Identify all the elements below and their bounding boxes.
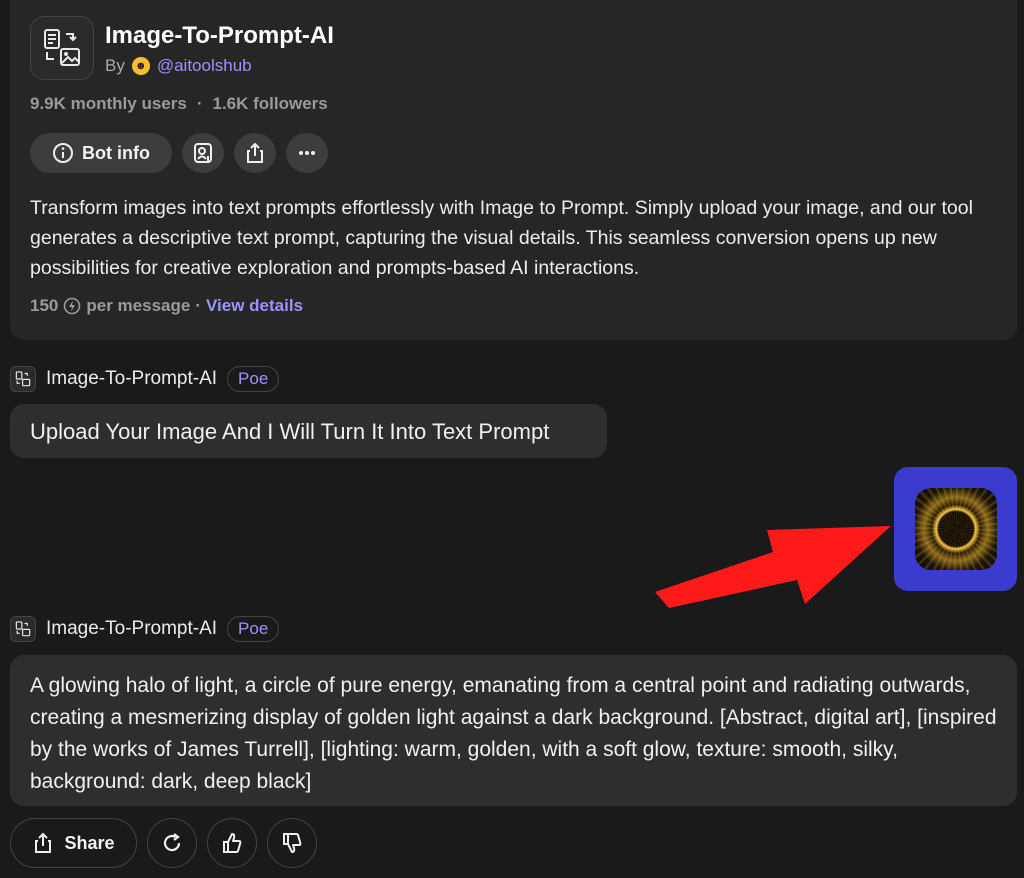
retry-icon [163,833,181,852]
sender-name[interactable]: Image-To-Prompt-AI [46,618,217,640]
bot-message: A glowing halo of light, a circle of pur… [10,655,1017,806]
bot-info-button[interactable]: Bot info [30,133,172,173]
thumbs-down-icon [283,833,302,853]
bot-info-label: Bot info [82,142,150,163]
user-image-message[interactable] [894,467,1017,591]
image-to-text-icon [15,621,31,637]
share-label: Share [64,832,115,853]
poe-badge: Poe [227,616,280,642]
more-options-button[interactable] [286,133,328,173]
person-add-icon [194,143,212,163]
view-details-link[interactable]: View details [206,296,303,316]
by-label: By [105,56,125,75]
message-actions: Share [10,818,317,868]
bot-message: Upload Your Image And I Will Turn It Int… [10,404,607,458]
thumbs-up-icon [223,833,242,853]
sender-avatar [10,366,36,392]
share-bot-button[interactable] [234,133,276,173]
sender-avatar [10,616,36,642]
image-to-text-icon [15,371,31,387]
add-to-profile-button[interactable] [182,133,224,173]
image-to-text-icon [44,29,80,66]
stats-separator: · [196,94,203,113]
compute-point-icon [64,297,81,315]
message-sender: Image-To-Prompt-AI Poe [10,365,280,393]
red-arrow-annotation [655,526,891,608]
uploaded-image[interactable] [914,488,997,570]
info-icon [53,143,73,163]
sender-name[interactable]: Image-To-Prompt-AI [46,368,217,390]
cost-suffix: per message [86,296,191,315]
message-sender: Image-To-Prompt-AI Poe [10,615,280,643]
creator-handle-link[interactable]: @aitoolshub [157,56,252,76]
creator-avatar: ☻ [131,57,150,75]
poe-badge: Poe [227,366,280,392]
cost-separator: · [195,296,201,315]
creator-line: By ☻ @aitoolshub [105,56,252,76]
bot-description: Transform images into text prompts effor… [30,197,973,279]
like-button[interactable] [207,818,257,868]
retry-button[interactable] [147,818,197,868]
more-icon [299,151,315,155]
message-cost: 150 per message · View details [30,296,303,316]
monthly-users: 9.9K monthly users [30,94,187,113]
followers-count: 1.6K followers [212,94,328,113]
bot-avatar [30,16,94,80]
bot-action-row: Bot info [30,133,328,173]
dislike-button[interactable] [267,818,317,868]
share-icon [35,832,52,853]
share-message-button[interactable]: Share [10,818,137,868]
share-icon [247,142,263,163]
cost-value: 150 [30,296,59,315]
bot-stats: 9.9K monthly users · 1.6K followers [30,94,328,114]
bot-title: Image-To-Prompt-AI [105,22,334,49]
